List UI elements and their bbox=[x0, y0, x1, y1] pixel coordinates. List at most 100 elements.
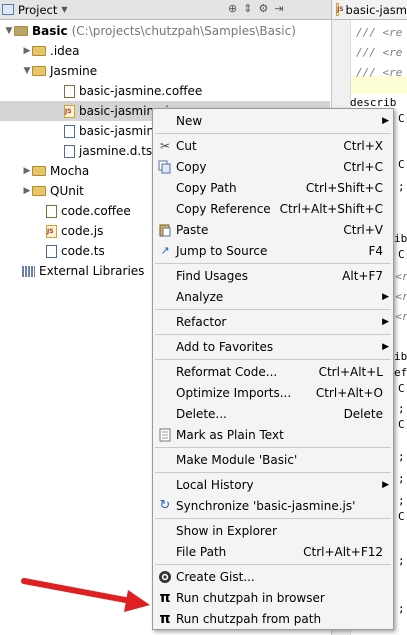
menu-item-run-chutzpah-in-browser[interactable]: π Run chutzpah in browser bbox=[153, 587, 393, 608]
code-line: C( bbox=[398, 382, 407, 395]
editor-tab-label: basic-jasm bbox=[345, 2, 407, 17]
code-line: ib bbox=[394, 350, 407, 363]
menu-item-label: Find Usages bbox=[176, 268, 249, 283]
menu-item-label: Copy Reference bbox=[176, 201, 271, 216]
menu-item-file-path[interactable]: File Path Ctrl+Alt+F12 bbox=[153, 541, 393, 562]
tree-root-path: (C:\projects\chutzpah\Samples\Basic) bbox=[71, 24, 296, 38]
menu-item-reformat-code[interactable]: Reformat Code... Ctrl+Alt+L bbox=[153, 361, 393, 382]
scroll-from-source-icon[interactable]: ⊕ bbox=[228, 2, 237, 15]
project-view-selector[interactable]: Project ▼ bbox=[2, 1, 68, 18]
tree-item-jasmine-d-ts[interactable]: jasmine.d.ts bbox=[64, 141, 152, 161]
submenu-arrow-icon: ▶ bbox=[382, 341, 389, 352]
menu-item-shortcut: Ctrl+X bbox=[343, 138, 383, 153]
menu-item-analyze[interactable]: Analyze ▶ bbox=[153, 286, 393, 307]
menu-item-label: Jump to Source bbox=[176, 243, 268, 258]
tree-item-code-ts[interactable]: code.ts bbox=[46, 241, 105, 261]
menu-item-show-in-explorer[interactable]: Show in Explorer bbox=[153, 520, 393, 541]
ts-file-icon bbox=[64, 144, 75, 158]
menu-item-shortcut: F4 bbox=[368, 243, 383, 258]
ts-file-icon bbox=[64, 124, 75, 138]
plain-text-file-icon bbox=[157, 427, 173, 443]
menu-item-label: Analyze bbox=[176, 289, 224, 304]
code-line: C( bbox=[398, 418, 407, 431]
tree-item-external-libraries[interactable]: External Libraries bbox=[22, 261, 144, 281]
tree-item-jasmine[interactable]: ▼ Jasmine bbox=[22, 61, 98, 81]
collapse-arrow-icon[interactable]: ▶ bbox=[22, 186, 32, 196]
menu-item-shortcut: Ctrl+Alt+Shift+C bbox=[279, 201, 383, 216]
tree-item-label: QUnit bbox=[50, 184, 84, 198]
menu-item-delete[interactable]: Delete... Delete bbox=[153, 403, 393, 424]
project-view-label: Project bbox=[18, 2, 58, 17]
menu-item-copy[interactable]: Copy Ctrl+C bbox=[153, 156, 393, 177]
tree-item-idea[interactable]: ▶ .idea bbox=[22, 41, 80, 61]
clipboard-icon bbox=[157, 222, 173, 238]
menu-item-shortcut: Delete bbox=[343, 406, 383, 421]
menu-item-find-usages[interactable]: Find Usages Alt+F7 bbox=[153, 265, 393, 286]
menu-item-label: Create Gist... bbox=[176, 569, 255, 584]
tree-item-mocha[interactable]: ▶ Mocha bbox=[22, 161, 90, 181]
menu-item-create-gist[interactable]: Create Gist... bbox=[153, 566, 393, 587]
menu-item-copy-reference[interactable]: Copy Reference Ctrl+Alt+Shift+C bbox=[153, 198, 393, 219]
menu-item-label: Copy Path bbox=[176, 180, 237, 195]
expand-arrow-icon[interactable]: ▼ bbox=[4, 26, 14, 36]
submenu-arrow-icon: ▶ bbox=[382, 291, 389, 302]
jump-arrow-icon: ↗ bbox=[160, 244, 170, 257]
tree-item-label: .idea bbox=[50, 44, 80, 58]
menu-item-run-chutzpah-from-path[interactable]: π Run chutzpah from path bbox=[153, 608, 393, 629]
menu-item-label: Run chutzpah in browser bbox=[176, 590, 325, 605]
sync-icon: ↻ bbox=[159, 498, 171, 513]
tree-item-label: basic-jasmine bbox=[79, 124, 162, 138]
editor-tab-basic-jasmine[interactable]: basic-jasm bbox=[331, 0, 407, 19]
menu-separator bbox=[155, 472, 391, 473]
collapse-all-icon[interactable]: ⇕ bbox=[243, 2, 252, 15]
copy-icon bbox=[157, 159, 173, 175]
menu-item-copy-path[interactable]: Copy Path Ctrl+Shift+C bbox=[153, 177, 393, 198]
js-file-icon bbox=[64, 104, 75, 118]
code-line: ef bbox=[394, 366, 407, 379]
menu-item-local-history[interactable]: Local History ▶ bbox=[153, 474, 393, 495]
submenu-arrow-icon: ▶ bbox=[382, 479, 389, 490]
menu-item-shortcut: Ctrl+Alt+F12 bbox=[303, 544, 383, 559]
tree-item-code-coffee[interactable]: code.coffee bbox=[46, 201, 131, 221]
menu-item-jump-to-source[interactable]: ↗ Jump to Source F4 bbox=[153, 240, 393, 261]
menu-item-shortcut: Ctrl+Shift+C bbox=[305, 180, 383, 195]
menu-item-make-module[interactable]: Make Module 'Basic' bbox=[153, 449, 393, 470]
tree-item-qunit[interactable]: ▶ QUnit bbox=[22, 181, 84, 201]
tree-root-basic[interactable]: ▼ Basic (C:\projects\chutzpah\Samples\Ba… bbox=[4, 21, 296, 41]
code-line: ; bbox=[398, 450, 405, 463]
settings-gear-icon[interactable]: ⚙ bbox=[258, 2, 268, 15]
menu-item-mark-as-plain-text[interactable]: Mark as Plain Text bbox=[153, 424, 393, 445]
menu-item-refactor[interactable]: Refactor ▶ bbox=[153, 311, 393, 332]
menu-item-add-to-favorites[interactable]: Add to Favorites ▶ bbox=[153, 336, 393, 357]
hide-panel-icon[interactable]: ⇥ bbox=[274, 2, 283, 15]
chevron-down-icon: ▼ bbox=[61, 5, 68, 14]
menu-separator bbox=[155, 447, 391, 448]
github-octocat-icon bbox=[157, 569, 173, 585]
expand-arrow-icon[interactable]: ▼ bbox=[22, 66, 32, 76]
menu-item-paste[interactable]: Paste Ctrl+V bbox=[153, 219, 393, 240]
menu-item-label: Add to Favorites bbox=[176, 339, 274, 354]
menu-item-label: Cut bbox=[176, 138, 197, 153]
menu-item-new[interactable]: New ▶ bbox=[153, 110, 393, 131]
menu-item-label: Copy bbox=[176, 159, 207, 174]
menu-item-shortcut: Ctrl+Alt+L bbox=[318, 364, 383, 379]
collapse-arrow-icon[interactable]: ▶ bbox=[22, 166, 32, 176]
collapse-arrow-icon[interactable]: ▶ bbox=[22, 46, 32, 56]
project-toolbar: Project ▼ ⊕ ⇕ ⚙ ⇥ basic-jasm bbox=[0, 0, 407, 20]
tree-item-label: code.coffee bbox=[61, 204, 131, 218]
tree-item-code-js[interactable]: code.js bbox=[46, 221, 103, 241]
menu-separator bbox=[155, 334, 391, 335]
tree-item-basic-jasmine-ts[interactable]: basic-jasmine bbox=[64, 121, 161, 141]
menu-item-shortcut: Alt+F7 bbox=[342, 268, 383, 283]
js-file-icon bbox=[46, 224, 57, 238]
menu-separator bbox=[155, 518, 391, 519]
coffee-file-icon bbox=[64, 84, 75, 98]
tree-item-basic-jasmine-coffee[interactable]: basic-jasmine.coffee bbox=[64, 81, 202, 101]
code-line: C( bbox=[398, 248, 407, 261]
menu-item-cut[interactable]: ✂ Cut Ctrl+X bbox=[153, 135, 393, 156]
menu-item-optimize-imports[interactable]: Optimize Imports... Ctrl+Alt+O bbox=[153, 382, 393, 403]
menu-item-synchronize[interactable]: ↻ Synchronize 'basic-jasmine.js' bbox=[153, 495, 393, 516]
tree-item-label: jasmine.d.ts bbox=[79, 144, 153, 158]
folder-icon bbox=[32, 46, 46, 56]
code-line: ; bbox=[398, 472, 405, 485]
